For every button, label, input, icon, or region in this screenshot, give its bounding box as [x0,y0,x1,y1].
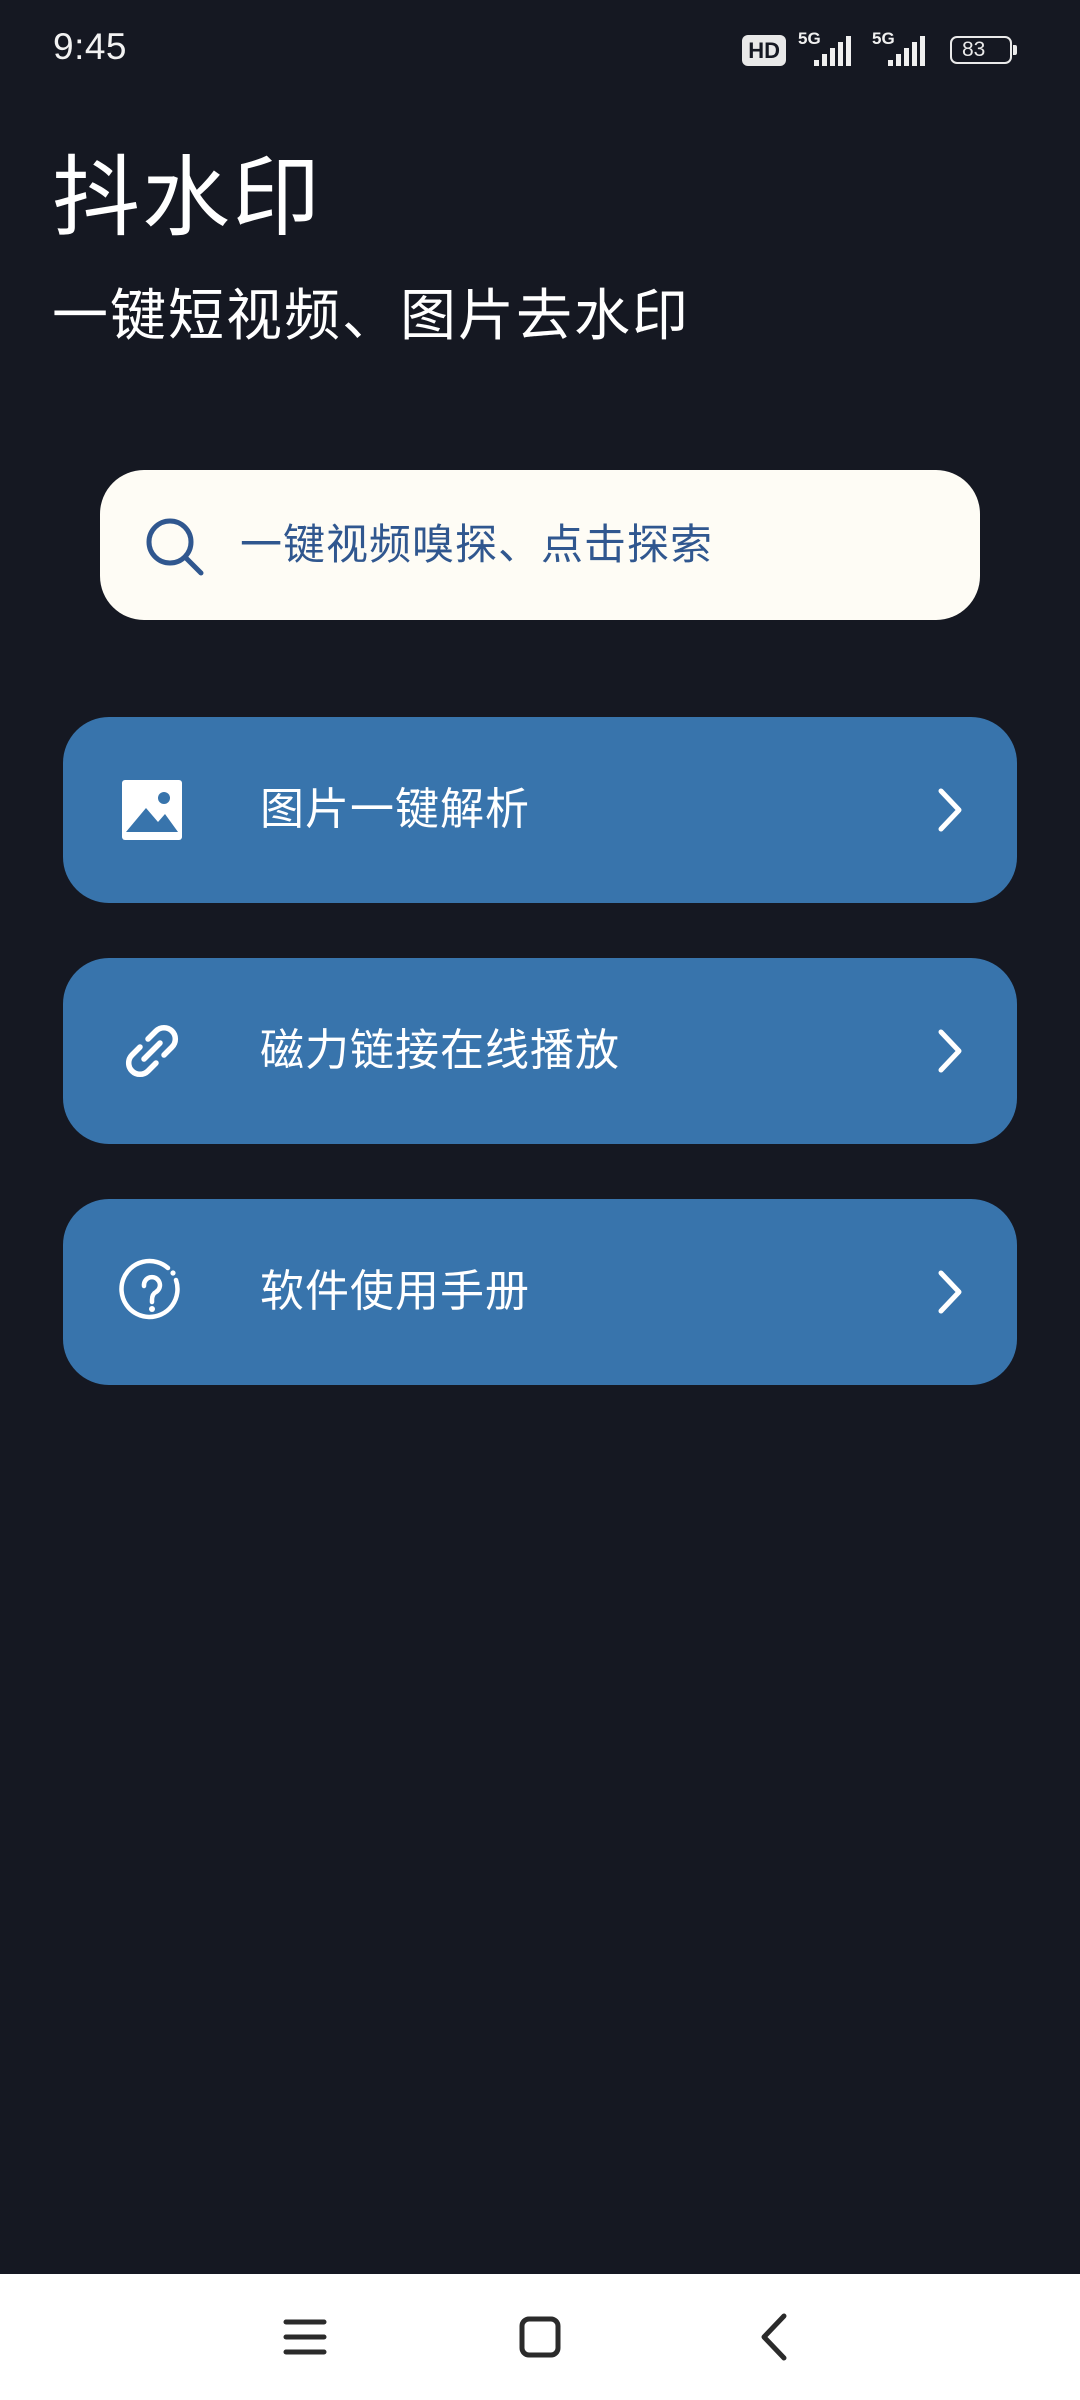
hd-voice-badge: HD [742,34,786,66]
menu-item-user-manual[interactable]: 软件使用手册 [63,1199,1017,1385]
search-icon [146,518,204,576]
menu-item-label: 图片一键解析 [260,784,530,835]
menu-item-magnet-link[interactable]: 磁力链接在线播放 [63,958,1017,1144]
app-subtitle: 一键短视频、图片去水印 [52,284,690,349]
app-title: 抖水印 [52,146,323,249]
chevron-right-icon [938,1270,962,1314]
system-navigation-bar [0,2274,1080,2400]
menu-item-image-parse[interactable]: 图片一键解析 [63,717,1017,903]
status-icons: HD 5G 5G 83 [742,28,1017,72]
link-icon [125,1024,179,1078]
app-screen: 9:45 HD 5G 5G 83 抖水印 一键短视频、图片去水印 一键视频嗅探、… [0,0,1080,2274]
menu-icon[interactable] [272,2304,338,2370]
chevron-right-icon [938,788,962,832]
image-icon [122,780,182,840]
signal-strength-icon-2: 5G [872,30,934,70]
battery-level: 83 [962,38,986,61]
menu-item-label: 软件使用手册 [260,1266,530,1317]
chevron-right-icon [938,1029,962,1073]
home-icon[interactable] [507,2304,573,2370]
search-bar[interactable]: 一键视频嗅探、点击探索 [100,470,980,620]
battery-tip [1013,45,1017,55]
status-time: 9:45 [53,26,128,67]
back-icon[interactable] [742,2304,808,2370]
status-bar: 9:45 HD 5G 5G 83 [0,0,1080,100]
help-circle-icon [119,1258,180,1320]
menu-item-label: 磁力链接在线播放 [260,1025,620,1076]
battery-icon: 83 [950,36,1017,64]
search-placeholder: 一键视频嗅探、点击探索 [240,520,714,569]
signal-strength-icon-1: 5G [798,30,860,70]
